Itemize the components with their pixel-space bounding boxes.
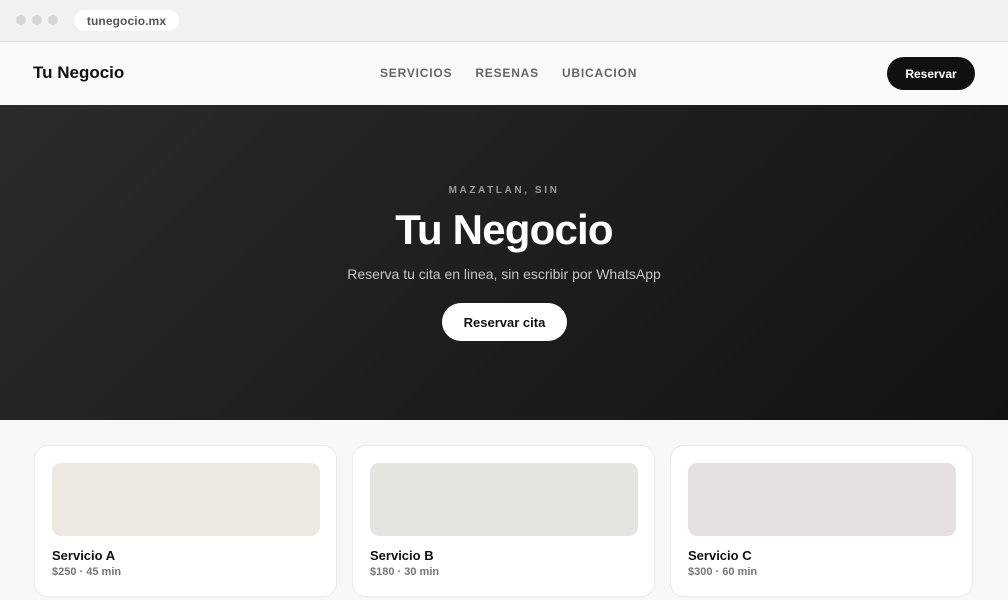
nav-link-resenas[interactable]: RESENAS bbox=[475, 66, 539, 80]
browser-chrome: tunegocio.mx bbox=[0, 0, 1008, 42]
nav-links: SERVICIOS RESENAS UBICACION bbox=[380, 66, 637, 80]
hero-section: MAZATLAN, SIN Tu Negocio Reserva tu cita… bbox=[0, 105, 1008, 420]
service-name: Servicio A bbox=[52, 548, 116, 563]
service-card-b[interactable]: Servicio B $180 · 30 min bbox=[352, 445, 655, 597]
hero-subtitle: Reserva tu cita en linea, sin escribir p… bbox=[347, 266, 661, 282]
service-price-duration: $250 · 45 min bbox=[52, 566, 122, 578]
site-navbar: Tu Negocio SERVICIOS RESENAS UBICACION R… bbox=[0, 42, 1008, 105]
nav-link-servicios[interactable]: SERVICIOS bbox=[380, 66, 452, 80]
service-price-duration: $300 · 60 min bbox=[688, 566, 758, 578]
window-maximize-dot[interactable] bbox=[48, 15, 58, 25]
hero-title: Tu Negocio bbox=[395, 206, 613, 253]
address-bar[interactable]: tunegocio.mx bbox=[74, 10, 179, 31]
service-card-a[interactable]: Servicio A $250 · 45 min bbox=[34, 445, 337, 597]
reservar-button[interactable]: Reservar bbox=[887, 57, 975, 90]
hero-location: MAZATLAN, SIN bbox=[448, 185, 560, 196]
service-price-duration: $180 · 30 min bbox=[370, 566, 440, 578]
brand-logo-text[interactable]: Tu Negocio bbox=[33, 63, 124, 83]
window-minimize-dot[interactable] bbox=[32, 15, 42, 25]
service-thumbnail bbox=[688, 463, 956, 536]
service-card-c[interactable]: Servicio C $300 · 60 min bbox=[670, 445, 973, 597]
window-close-dot[interactable] bbox=[16, 15, 26, 25]
service-thumbnail bbox=[52, 463, 320, 536]
service-thumbnail bbox=[370, 463, 638, 536]
nav-link-ubicacion[interactable]: UBICACION bbox=[562, 66, 637, 80]
service-name: Servicio C bbox=[688, 548, 752, 563]
reservar-cita-button[interactable]: Reservar cita bbox=[442, 303, 567, 341]
service-name: Servicio B bbox=[370, 548, 434, 563]
